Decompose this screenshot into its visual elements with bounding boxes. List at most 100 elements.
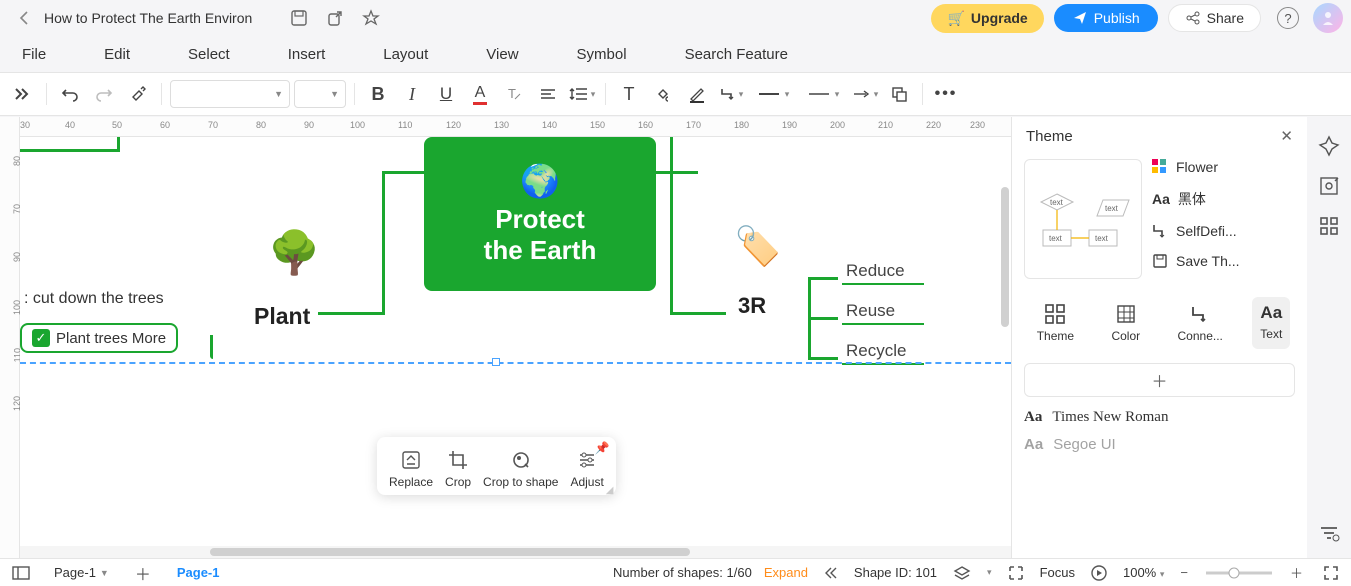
line-spacing-icon[interactable]: ▾ xyxy=(567,79,597,109)
theme-preview-card[interactable]: text text text text xyxy=(1024,159,1142,279)
help-icon[interactable]: ? xyxy=(1277,7,1299,29)
add-font-button[interactable]: ＋ xyxy=(1024,363,1295,397)
tab-color[interactable]: Color xyxy=(1103,297,1148,349)
panel-tabs: Theme Color Conne... Aa Text xyxy=(1012,289,1307,357)
undo-icon[interactable] xyxy=(55,79,85,109)
text-tool-icon[interactable]: T xyxy=(614,79,644,109)
tab-theme[interactable]: Theme xyxy=(1029,297,1082,349)
bold-icon[interactable]: B xyxy=(363,79,393,109)
play-icon[interactable] xyxy=(1087,565,1111,581)
menu-edit[interactable]: Edit xyxy=(98,42,136,67)
underline-icon[interactable]: U xyxy=(431,79,461,109)
menu-symbol[interactable]: Symbol xyxy=(571,42,633,67)
more-icon[interactable]: ••• xyxy=(931,79,961,109)
italic-icon[interactable]: I xyxy=(397,79,427,109)
connector-icon[interactable]: ▾ xyxy=(716,79,746,109)
layer-icon[interactable] xyxy=(884,79,914,109)
fullscreen-icon[interactable] xyxy=(1319,565,1343,581)
selection-handle[interactable] xyxy=(492,358,500,366)
focus-label[interactable]: Focus xyxy=(1040,565,1075,580)
crop-button[interactable]: Crop xyxy=(443,445,473,491)
ruler-tick: 180 xyxy=(734,120,749,130)
menu-search-feature[interactable]: Search Feature xyxy=(679,42,794,67)
apps-strip-icon[interactable] xyxy=(1318,215,1340,237)
focus-icon[interactable] xyxy=(1004,565,1028,581)
line-dash-icon[interactable]: ▾ xyxy=(800,79,846,109)
plant-more-node[interactable]: ✓ Plant trees More xyxy=(20,323,178,353)
menu-layout[interactable]: Layout xyxy=(377,42,434,67)
tab-connector[interactable]: Conne... xyxy=(1170,297,1231,349)
heiti-label: 黑体 xyxy=(1178,189,1206,209)
export-icon[interactable] xyxy=(326,9,344,27)
replace-button[interactable]: Replace xyxy=(387,445,435,491)
crop-to-shape-button[interactable]: Crop to shape xyxy=(481,445,560,491)
zoom-slider[interactable] xyxy=(1204,567,1274,579)
settings-strip-icon[interactable] xyxy=(1318,175,1340,197)
resize-handle-icon[interactable]: ◢ xyxy=(606,485,614,493)
zoom-level[interactable]: 100% ▾ xyxy=(1123,565,1164,580)
upgrade-button[interactable]: 🛒 Upgrade xyxy=(931,4,1043,33)
save-icon[interactable] xyxy=(290,9,308,27)
arrow-style-icon[interactable]: ▾ xyxy=(850,79,880,109)
theme-font-option[interactable]: Aa 黑体 xyxy=(1152,189,1295,209)
filter-strip-icon[interactable] xyxy=(1318,522,1340,544)
central-node[interactable]: 🌍 Protect the Earth xyxy=(424,137,656,291)
menu-insert[interactable]: Insert xyxy=(282,42,332,67)
vertical-scrollbar[interactable] xyxy=(1001,187,1011,347)
share-button[interactable]: Share xyxy=(1168,4,1261,32)
publish-button[interactable]: Publish xyxy=(1054,4,1158,32)
outline-icon[interactable] xyxy=(8,566,34,580)
page-dropdown[interactable]: Page-1 ▼ xyxy=(46,565,117,580)
save-theme-label: Save Th... xyxy=(1176,253,1240,269)
font-label: Segoe UI xyxy=(1053,436,1116,453)
menu-view[interactable]: View xyxy=(480,42,524,67)
clear-format-icon[interactable]: T xyxy=(499,79,529,109)
connector-tab-icon xyxy=(1189,303,1211,325)
3r-node[interactable]: 3R xyxy=(738,293,766,319)
horizontal-scrollbar[interactable] xyxy=(20,546,1011,558)
pin-icon[interactable]: 📌 xyxy=(595,441,610,455)
save-theme-option[interactable]: Save Th... xyxy=(1152,253,1295,269)
avatar[interactable] xyxy=(1313,3,1343,33)
document-title[interactable]: How to Protect The Earth Environ xyxy=(44,10,278,26)
canvas[interactable]: 🌍 Protect the Earth 🌳 Plant : cut down t… xyxy=(20,137,1011,546)
theme-connector-option[interactable]: SelfDefi... xyxy=(1152,223,1295,239)
ruler-tick: 140 xyxy=(542,120,557,130)
add-page-button[interactable]: ＋ xyxy=(129,561,157,585)
expand-toolbar-icon[interactable] xyxy=(8,79,38,109)
page-tab-1[interactable]: Page-1 xyxy=(169,565,228,580)
ruler-tick: 160 xyxy=(638,120,653,130)
expand-button[interactable]: Expand xyxy=(764,565,808,580)
font-color-icon[interactable]: A xyxy=(465,79,495,109)
font-family-dropdown[interactable]: ▼ xyxy=(170,80,290,108)
central-text-1: Protect xyxy=(495,204,585,235)
font-size-dropdown[interactable]: ▼ xyxy=(294,80,346,108)
palette-strip-icon[interactable] xyxy=(1318,135,1340,157)
menu-select[interactable]: Select xyxy=(182,42,236,67)
zoom-out-icon[interactable]: − xyxy=(1176,565,1192,580)
flower-label: Flower xyxy=(1176,159,1218,175)
collapse-icon[interactable] xyxy=(820,566,842,580)
favorite-icon[interactable] xyxy=(362,9,380,27)
line-style-icon[interactable]: ▾ xyxy=(750,79,796,109)
plant-node[interactable]: Plant xyxy=(254,303,310,330)
redo-icon[interactable] xyxy=(89,79,119,109)
tree-icon: 🌳 xyxy=(268,229,320,278)
font-segoe[interactable]: Aa Segoe UI xyxy=(1024,436,1295,453)
theme-flower-option[interactable]: Flower xyxy=(1152,159,1295,175)
reuse-node[interactable]: Reuse xyxy=(842,301,924,325)
layers-icon[interactable] xyxy=(949,565,975,581)
tab-text[interactable]: Aa Text xyxy=(1252,297,1290,349)
format-painter-icon[interactable] xyxy=(123,79,153,109)
menu-file[interactable]: File xyxy=(16,42,52,67)
line-color-icon[interactable] xyxy=(682,79,712,109)
reduce-node[interactable]: Reduce xyxy=(842,261,924,285)
close-panel-icon[interactable]: ✕ xyxy=(1280,127,1293,145)
back-icon[interactable] xyxy=(8,11,40,25)
zoom-in-icon[interactable]: ＋ xyxy=(1286,563,1307,582)
font-times[interactable]: Aa Times New Roman xyxy=(1024,409,1295,426)
font-aa-icon: Aa xyxy=(1024,436,1043,453)
cut-trees-node[interactable]: : cut down the trees xyxy=(24,290,164,308)
fill-icon[interactable] xyxy=(648,79,678,109)
align-icon[interactable] xyxy=(533,79,563,109)
